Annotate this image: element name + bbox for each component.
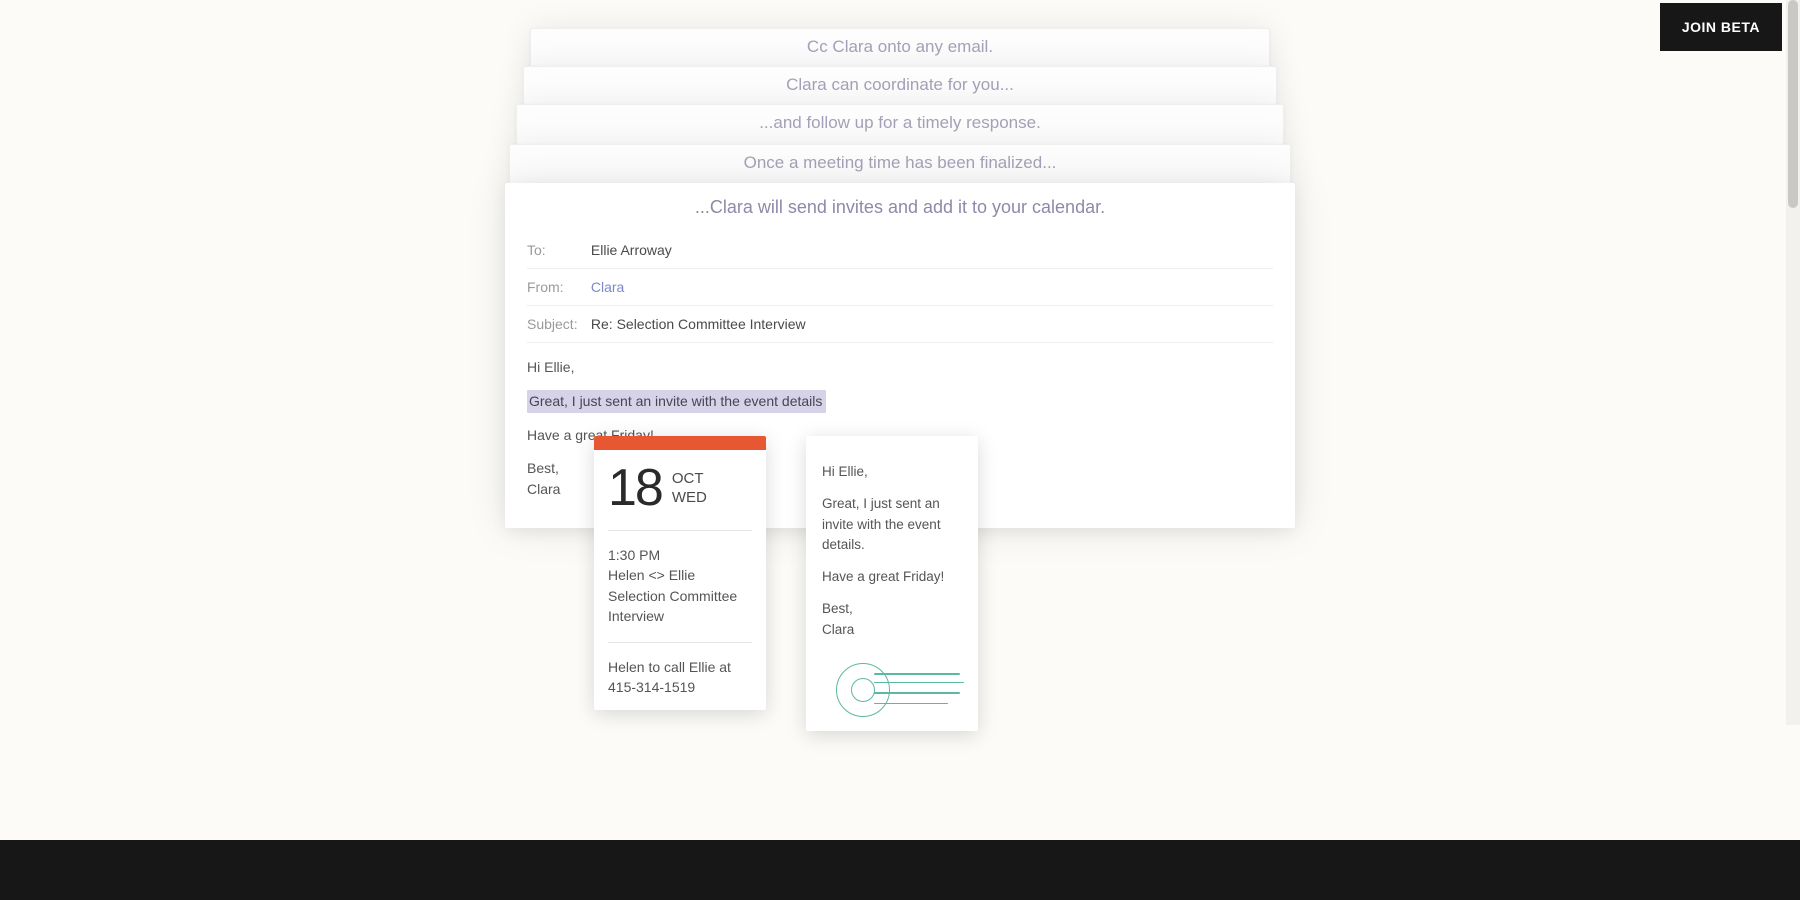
calendar-accent-bar xyxy=(594,436,766,450)
calendar-invite-card: 18 OCT WED 1:30 PM Helen <> Ellie Select… xyxy=(594,436,766,710)
note-signoff-2: Clara xyxy=(822,622,854,637)
join-beta-button[interactable]: JOIN BETA xyxy=(1660,3,1782,51)
note-card: Hi Ellie, Great, I just sent an invite w… xyxy=(806,436,978,731)
email-greeting: Hi Ellie, xyxy=(527,357,1273,378)
email-from-row: From: Clara xyxy=(527,269,1273,306)
email-subject-label: Subject: xyxy=(527,316,587,332)
email-subject-value: Re: Selection Committee Interview xyxy=(591,316,806,332)
scrollbar-thumb[interactable] xyxy=(1788,0,1798,208)
email-signoff-1: Best, xyxy=(527,460,559,476)
email-from-label: From: xyxy=(527,279,587,295)
page-footer xyxy=(0,840,1800,900)
email-to-row: To: Ellie Arroway xyxy=(527,232,1273,269)
calendar-weekday: WED xyxy=(672,488,707,508)
email-to-value: Ellie Arroway xyxy=(591,242,672,258)
email-to-label: To: xyxy=(527,242,587,258)
email-headline: ...Clara will send invites and add it to… xyxy=(505,183,1295,232)
postmark-stamp-icon xyxy=(826,661,966,721)
email-subject-row: Subject: Re: Selection Committee Intervi… xyxy=(527,306,1273,343)
scrollbar-track[interactable] xyxy=(1786,0,1800,725)
email-from-value: Clara xyxy=(591,279,624,295)
calendar-title-1: Helen <> Ellie xyxy=(608,565,752,585)
calendar-detail: Helen to call Ellie at 415-314-1519 xyxy=(608,657,752,698)
calendar-title-2: Selection Committee Interview xyxy=(608,586,752,627)
note-greeting: Hi Ellie, xyxy=(822,462,962,482)
calendar-day-number: 18 xyxy=(608,462,662,514)
calendar-month: OCT xyxy=(672,469,707,489)
email-signoff-2: Clara xyxy=(527,481,560,497)
note-signoff-1: Best, xyxy=(822,601,853,616)
calendar-time: 1:30 PM xyxy=(608,545,752,565)
email-highlight-line: Great, I just sent an invite with the ev… xyxy=(527,390,826,413)
note-line1: Great, I just sent an invite with the ev… xyxy=(822,494,962,555)
note-line2: Have a great Friday! xyxy=(822,567,962,587)
